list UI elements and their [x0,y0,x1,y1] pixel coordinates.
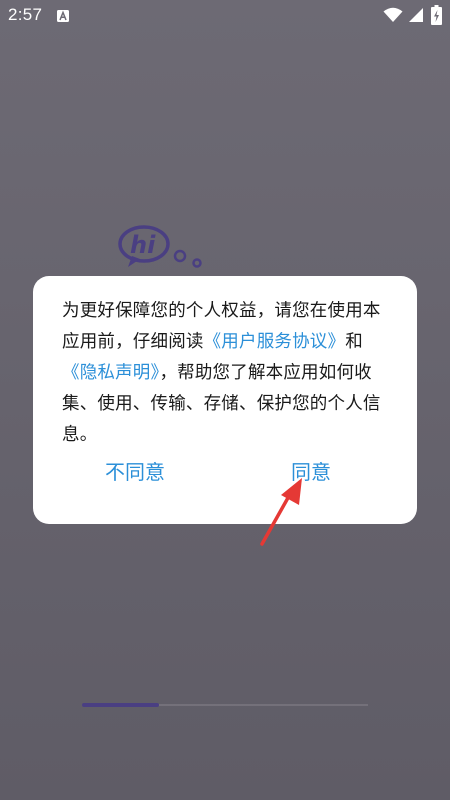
privacy-dialog: 为更好保障您的个人权益，请您在使用本应用前，仔细阅读《用户服务协议》和《隐私声明… [33,276,417,524]
privacy-statement-link[interactable]: 《隐私声明》 [62,363,159,383]
screen: 2:57 hi 为更好保障您的个人权益，请您在使用本应用前，仔细阅读《用户服务协… [0,0,450,800]
dialog-message: 为更好保障您的个人权益，请您在使用本应用前，仔细阅读《用户服务协议》和《隐私声明… [62,296,392,451]
battery-charging-icon [431,5,442,25]
message-and: 和 [345,332,363,352]
indicator-active-segment [82,703,160,707]
user-service-agreement-link[interactable]: 《用户服务协议》 [204,332,346,352]
logo-text: hi [130,231,156,259]
red-arrow-annotation [260,478,302,546]
status-time: 2:57 [8,5,43,24]
a-notification-icon [57,10,69,22]
page-indicator [82,703,368,707]
wifi-icon [383,7,403,22]
hi-logo: hi [118,225,202,268]
signal-icon [409,8,423,22]
disagree-button[interactable]: 不同意 [97,452,173,489]
status-bar: 2:57 [0,0,450,32]
